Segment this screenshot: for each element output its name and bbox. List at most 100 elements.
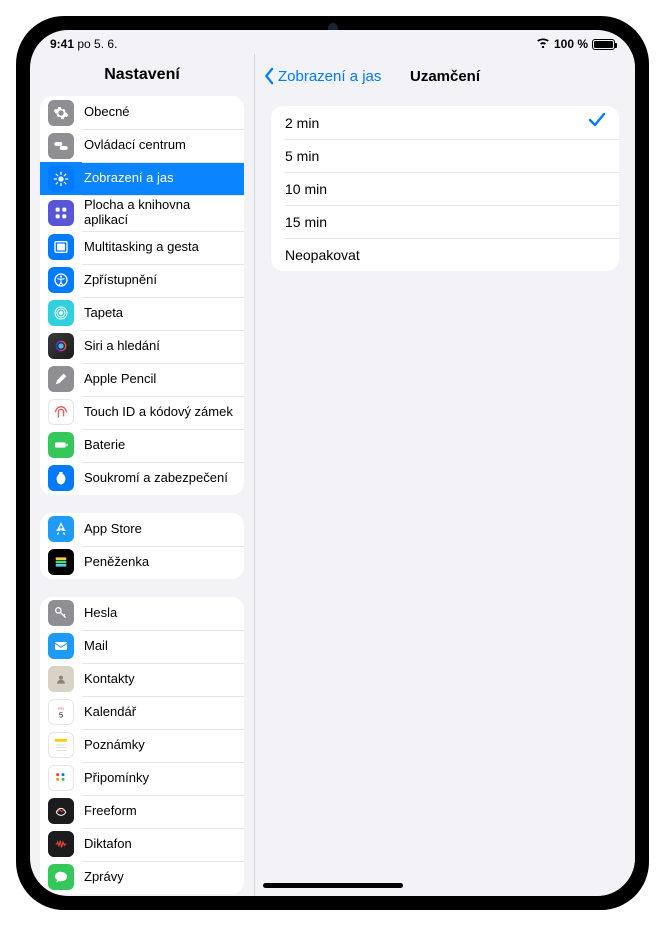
status-date: po 5. 6. xyxy=(77,37,117,51)
sidebar-item-label: Siri a hledání xyxy=(84,339,160,354)
sidebar-item-label: Soukromí a zabezpečení xyxy=(84,471,228,486)
autolock-option[interactable]: 10 min xyxy=(271,172,619,205)
sidebar-item-label: Freeform xyxy=(84,804,137,819)
sidebar-item-label: Zobrazení a jas xyxy=(84,171,174,186)
svg-text:5: 5 xyxy=(59,711,63,720)
sidebar-group: App Store Peněženka xyxy=(40,513,244,579)
back-label: Zobrazení a jas xyxy=(278,68,381,85)
siri-icon xyxy=(48,333,74,359)
sidebar-item-label: Tapeta xyxy=(84,306,123,321)
sidebar-item-label: Plocha a knihovna aplikací xyxy=(84,198,236,228)
option-label: Neopakovat xyxy=(285,247,360,263)
sidebar-item-control[interactable]: Ovládací centrum xyxy=(40,129,244,162)
option-label: 5 min xyxy=(285,148,319,164)
general-icon xyxy=(48,100,74,126)
sidebar-item-wallet[interactable]: Peněženka xyxy=(40,546,244,579)
battery-icon xyxy=(48,432,74,458)
sidebar-item-label: App Store xyxy=(84,522,142,537)
sidebar-item-label: Kontakty xyxy=(84,672,135,687)
multi-icon xyxy=(48,234,74,260)
detail-pane: Zobrazení a jas Uzamčení 2 min 5 min 10 mi… xyxy=(254,54,635,896)
pencil-icon xyxy=(48,366,74,392)
sidebar-item-label: Touch ID a kódový zámek xyxy=(84,405,233,420)
control-icon xyxy=(48,133,74,159)
sidebar-item-display[interactable]: Zobrazení a jas xyxy=(40,162,244,195)
sidebar-item-privacy[interactable]: Soukromí a zabezpečení xyxy=(40,462,244,495)
ipad-frame: 9:41 po 5. 6. 100 % Nastavení Obecné Ovlá… xyxy=(16,16,649,910)
sidebar-item-touch[interactable]: Touch ID a kódový zámek xyxy=(40,396,244,429)
autolock-option[interactable]: Neopakovat xyxy=(271,238,619,271)
back-button[interactable]: Zobrazení a jas xyxy=(255,67,381,85)
cal-icon: PO5 xyxy=(48,699,74,725)
notes-icon xyxy=(48,732,74,758)
sidebar-item-label: Poznámky xyxy=(84,738,145,753)
option-label: 2 min xyxy=(285,115,319,131)
sidebar-item-label: Obecné xyxy=(84,105,130,120)
access-icon xyxy=(48,267,74,293)
sidebar-item-store[interactable]: App Store xyxy=(40,513,244,546)
sidebar-item-contacts[interactable]: Kontakty xyxy=(40,663,244,696)
screen: 9:41 po 5. 6. 100 % Nastavení Obecné Ovlá… xyxy=(30,30,635,896)
rem-icon xyxy=(48,765,74,791)
navbar: Zobrazení a jas Uzamčení xyxy=(255,54,635,98)
dik-icon xyxy=(48,831,74,857)
msg-icon xyxy=(48,864,74,890)
autolock-option[interactable]: 5 min xyxy=(271,139,619,172)
sidebar-item-rem[interactable]: Připomínky xyxy=(40,762,244,795)
status-right: 100 % xyxy=(536,37,615,51)
sidebar-item-notes[interactable]: Poznámky xyxy=(40,729,244,762)
sidebar-item-battery[interactable]: Baterie xyxy=(40,429,244,462)
status-time: 9:41 xyxy=(50,37,74,51)
sidebar-item-mail[interactable]: Mail xyxy=(40,630,244,663)
wifi-icon xyxy=(536,37,550,51)
sidebar-item-siri[interactable]: Siri a hledání xyxy=(40,330,244,363)
sidebar-title: Nastavení xyxy=(30,54,254,96)
autolock-option[interactable]: 2 min xyxy=(271,106,619,139)
settings-sidebar: Nastavení Obecné Ovládací centrum Zobrazen… xyxy=(30,54,254,896)
wallet-icon xyxy=(48,549,74,575)
sidebar-item-msg[interactable]: Zprávy xyxy=(40,861,244,894)
sidebar-item-label: Ovládací centrum xyxy=(84,138,186,153)
pwd-icon xyxy=(48,600,74,626)
sidebar-item-label: Diktafon xyxy=(84,837,132,852)
status-bar: 9:41 po 5. 6. 100 % xyxy=(30,30,635,54)
autolock-option[interactable]: 15 min xyxy=(271,205,619,238)
mail-icon xyxy=(48,633,74,659)
sidebar-item-cal[interactable]: PO5Kalendář xyxy=(40,696,244,729)
status-left: 9:41 po 5. 6. xyxy=(50,37,117,51)
sidebar-item-pwd[interactable]: Hesla xyxy=(40,597,244,630)
battery-text: 100 % xyxy=(554,37,588,51)
sidebar-item-home[interactable]: Plocha a knihovna aplikací xyxy=(40,195,244,231)
check-icon xyxy=(589,113,605,132)
store-icon xyxy=(48,516,74,542)
touch-icon xyxy=(48,399,74,425)
sidebar-item-dik[interactable]: Diktafon xyxy=(40,828,244,861)
sidebar-item-wall[interactable]: Tapeta xyxy=(40,297,244,330)
sidebar-group: Obecné Ovládací centrum Zobrazení a jas Plo… xyxy=(40,96,244,495)
sidebar-item-label: Mail xyxy=(84,639,108,654)
sidebar-item-multi[interactable]: Multitasking a gesta xyxy=(40,231,244,264)
sidebar-item-label: Zprávy xyxy=(84,870,124,885)
privacy-icon xyxy=(48,465,74,491)
free-icon xyxy=(48,798,74,824)
sidebar-item-label: Zpřístupnění xyxy=(84,273,157,288)
sidebar-item-free[interactable]: Freeform xyxy=(40,795,244,828)
sidebar-item-label: Peněženka xyxy=(84,555,149,570)
battery-icon xyxy=(592,39,615,50)
chevron-left-icon xyxy=(263,67,275,85)
home-icon xyxy=(48,200,74,226)
sidebar-group: Hesla Mail Kontakty PO5Kalendář Poznámky Přip… xyxy=(40,597,244,894)
sidebar-item-label: Baterie xyxy=(84,438,125,453)
sidebar-item-general[interactable]: Obecné xyxy=(40,96,244,129)
sidebar-item-label: Hesla xyxy=(84,606,117,621)
wall-icon xyxy=(48,300,74,326)
sidebar-scroll[interactable]: Obecné Ovládací centrum Zobrazení a jas Plo… xyxy=(30,96,254,896)
home-indicator[interactable] xyxy=(263,883,403,888)
sidebar-item-label: Multitasking a gesta xyxy=(84,240,199,255)
option-label: 15 min xyxy=(285,214,327,230)
display-icon xyxy=(48,166,74,192)
sidebar-item-access[interactable]: Zpřístupnění xyxy=(40,264,244,297)
contacts-icon xyxy=(48,666,74,692)
options-list: 2 min 5 min 10 min 15 min Neopakovat xyxy=(271,106,619,271)
sidebar-item-pencil[interactable]: Apple Pencil xyxy=(40,363,244,396)
